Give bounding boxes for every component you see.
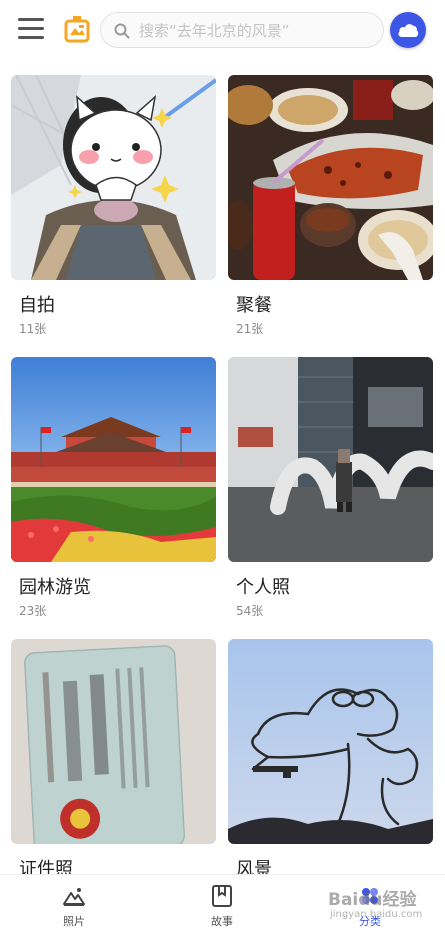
top-bar [0,0,445,58]
baidu-jingyan-watermark: Baidu经验 jingyan.baidu.com [318,881,428,931]
album-title: 个人照 [236,577,290,598]
person-with-sculpture-photo [228,357,433,562]
album-card-personal[interactable]: 个人照 54张 [228,357,433,618]
album-count: 54张 [236,604,264,618]
nav-tab-stories[interactable]: 故事 [148,875,296,934]
search-input[interactable] [139,19,377,43]
album-title: 聚餐 [236,295,272,316]
bottom-navigation: 照片 故事 分类 Baidu经验 jingyan.baidu.com [0,874,445,934]
album-card-garden-tour[interactable]: 园林游览 23张 [11,357,216,618]
story-book-icon [212,885,232,907]
id-card-photo [11,639,216,844]
watermark-text: Baidu经验 [328,890,417,910]
nav-label: 故事 [211,915,233,928]
album-card-scenery[interactable]: 风景 [228,639,433,880]
album-card-id-photo[interactable]: 证件照 [11,639,216,880]
album-title: 园林游览 [19,577,91,598]
album-count: 11张 [19,322,47,336]
search-icon [114,23,130,39]
hamburger-menu-icon[interactable] [18,18,44,40]
nav-tab-photos[interactable]: 照片 [0,875,148,934]
album-logo-icon [64,15,90,43]
album-count: 21张 [236,322,264,336]
album-card-selfie[interactable]: 自拍 11张 [11,75,216,336]
dining-table-photo [228,75,433,280]
watermark-sub: jingyan.baidu.com [330,909,423,920]
cloud-icon [398,24,419,37]
search-bar[interactable] [100,12,384,48]
album-card-dining[interactable]: 聚餐 21张 [228,75,433,336]
crocodile-drawing-sky-photo [228,639,433,844]
mountain-photo-icon [63,888,85,906]
selfie-photo [11,75,216,280]
cloud-sync-button[interactable] [390,12,426,48]
album-count: 23张 [19,604,47,618]
album-title: 自拍 [19,295,55,316]
tiananmen-garden-photo [11,357,216,562]
nav-label: 照片 [63,915,85,928]
